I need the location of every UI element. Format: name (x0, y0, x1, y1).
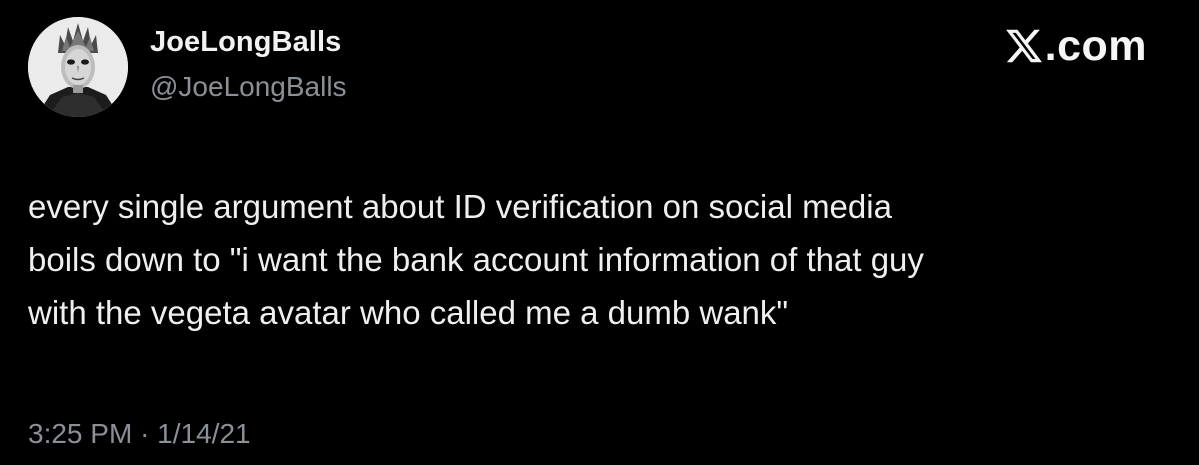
tweet-timestamp[interactable]: 3:25 PM · 1/14/21 (28, 418, 251, 450)
author-display-name[interactable]: JoeLongBalls (150, 26, 341, 59)
brand-watermark: .com (1004, 23, 1147, 69)
tweet-text-line: every single argument about ID verificat… (28, 188, 892, 225)
avatar[interactable] (28, 17, 128, 117)
brand-suffix: .com (1044, 22, 1147, 70)
x-logo-icon (1005, 29, 1042, 63)
tweet-card: JoeLongBalls @JoeLongBalls .com every si… (0, 0, 1199, 465)
tweet-text-line: boils down to "i want the bank account i… (28, 241, 924, 278)
author-handle[interactable]: @JoeLongBalls (150, 71, 347, 103)
masked-figure-avatar-icon (28, 17, 128, 117)
tweet-time: 3:25 PM (28, 418, 133, 449)
timestamp-separator: · (140, 418, 150, 449)
tweet-text: every single argument about ID verificat… (28, 180, 1178, 339)
tweet-text-line: with the vegeta avatar who called me a d… (28, 294, 789, 331)
tweet-date: 1/14/21 (157, 418, 251, 449)
